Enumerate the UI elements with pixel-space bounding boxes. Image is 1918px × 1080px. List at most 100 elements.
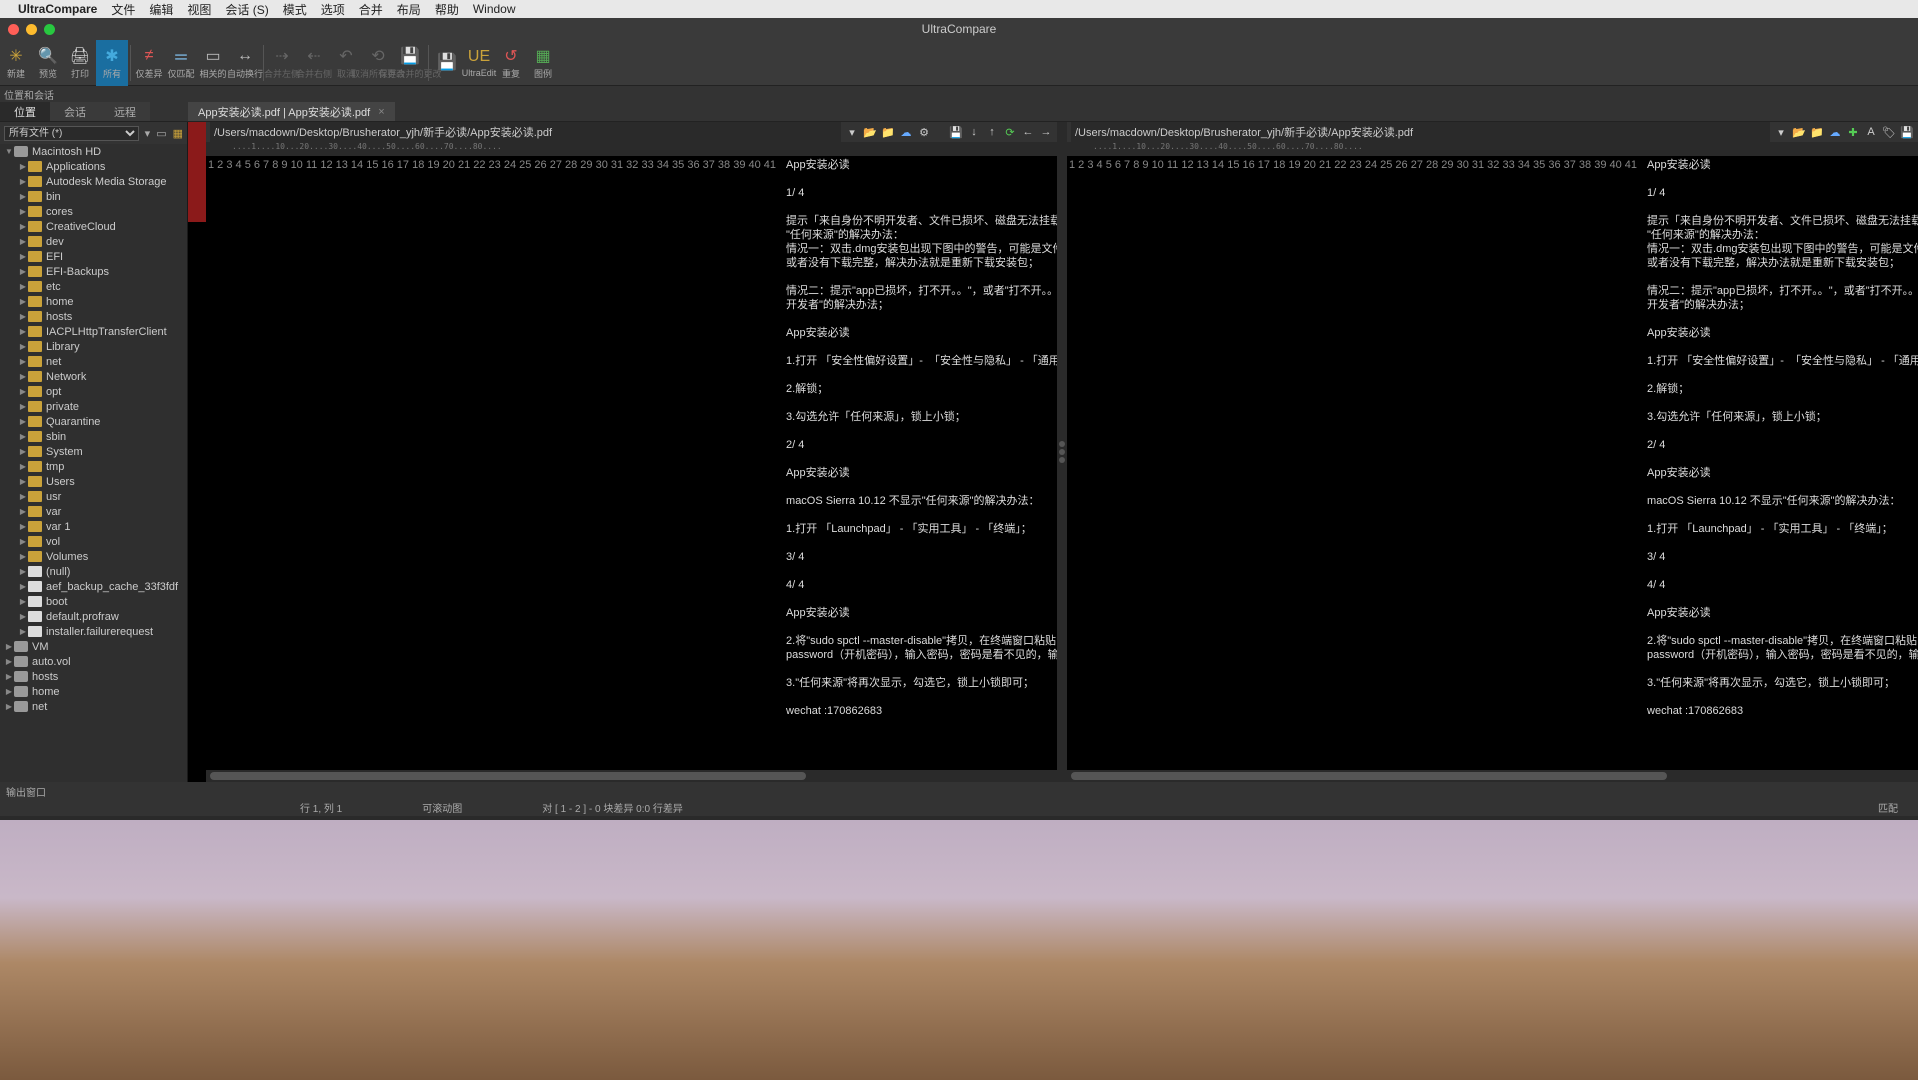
chevron-right-icon[interactable]: ▶: [18, 567, 28, 576]
tree-node[interactable]: ▶bin: [0, 189, 187, 204]
chevron-right-icon[interactable]: ▶: [18, 297, 28, 306]
chevron-right-icon[interactable]: ▶: [18, 462, 28, 471]
save-merge-button[interactable]: 💾保存合并的更改: [394, 40, 426, 86]
left-editor[interactable]: 1 2 3 4 5 6 7 8 9 10 11 12 13 14 15 16 1…: [206, 156, 1057, 770]
chevron-right-icon[interactable]: ▶: [18, 207, 28, 216]
tree-node[interactable]: ▶default.profraw: [0, 609, 187, 624]
chevron-right-icon[interactable]: ▶: [18, 177, 28, 186]
tree-node[interactable]: ▶private: [0, 399, 187, 414]
chevron-right-icon[interactable]: ▶: [18, 417, 28, 426]
a-icon[interactable]: A: [1864, 125, 1878, 139]
tree-node[interactable]: ▶EFI-Backups: [0, 264, 187, 279]
merge-right-button[interactable]: ⇠合并右侧: [298, 40, 330, 86]
chevron-right-icon[interactable]: ▶: [18, 237, 28, 246]
prev-icon[interactable]: ←: [1021, 125, 1035, 139]
left-hscroll[interactable]: [206, 770, 1057, 782]
legend-button[interactable]: ▦图例: [527, 40, 559, 86]
tree-node[interactable]: ▶CreativeCloud: [0, 219, 187, 234]
chevron-right-icon[interactable]: ▶: [4, 642, 14, 651]
tree-node[interactable]: ▼Macintosh HD: [0, 144, 187, 159]
zoom-window-button[interactable]: [44, 24, 55, 35]
chevron-right-icon[interactable]: ▶: [18, 507, 28, 516]
merge-left-button[interactable]: ⇢合并左侧: [266, 40, 298, 86]
minimize-window-button[interactable]: [26, 24, 37, 35]
close-tab-icon[interactable]: ×: [378, 106, 384, 118]
tree-node[interactable]: ▶net: [0, 699, 187, 714]
menu-window[interactable]: Window: [473, 2, 516, 16]
tree-node[interactable]: ▶cores: [0, 204, 187, 219]
tree-node[interactable]: ▶home: [0, 684, 187, 699]
chevron-right-icon[interactable]: ▶: [18, 492, 28, 501]
refresh-icon[interactable]: ⟳: [1003, 125, 1017, 139]
chevron-right-icon[interactable]: ▶: [18, 387, 28, 396]
diff-overview-gutter[interactable]: [188, 122, 206, 782]
tag-icon[interactable]: 🏷: [1882, 125, 1896, 139]
folder-tree[interactable]: ▼Macintosh HD▶Applications▶Autodesk Medi…: [0, 144, 187, 782]
tree-node[interactable]: ▶home: [0, 294, 187, 309]
left-code[interactable]: App安装必读 1/ 4 提示「来自身份不明开发者、文件已损坏、磁盘无法挂载」以…: [782, 156, 1057, 770]
menu-options[interactable]: 选项: [321, 1, 345, 18]
tree-node[interactable]: ▶Users: [0, 474, 187, 489]
chevron-right-icon[interactable]: ▶: [18, 312, 28, 321]
chevron-right-icon[interactable]: ▶: [18, 282, 28, 291]
menu-layout[interactable]: 布局: [397, 1, 421, 18]
cloud-icon[interactable]: ☁: [899, 125, 913, 139]
save-icon[interactable]: 💾: [949, 125, 963, 139]
ultraedit-button[interactable]: UEUltraEdit: [463, 40, 495, 86]
tree-node[interactable]: ▶aef_backup_cache_33f3fdf: [0, 579, 187, 594]
chevron-right-icon[interactable]: ▶: [18, 267, 28, 276]
tree-node[interactable]: ▶etc: [0, 279, 187, 294]
view-icon-2[interactable]: ▦: [173, 127, 183, 140]
chevron-right-icon[interactable]: ▶: [18, 477, 28, 486]
close-window-button[interactable]: [8, 24, 19, 35]
save-icon[interactable]: 💾: [1900, 125, 1914, 139]
open-folder-icon[interactable]: 📂: [863, 125, 877, 139]
wrap-button[interactable]: ↔自动换行: [229, 40, 261, 86]
tree-node[interactable]: ▶vol: [0, 534, 187, 549]
plus-icon[interactable]: ✚: [1846, 125, 1860, 139]
menu-merge[interactable]: 合并: [359, 1, 383, 18]
chevron-right-icon[interactable]: ▶: [4, 687, 14, 696]
tree-node[interactable]: ▶tmp: [0, 459, 187, 474]
tree-node[interactable]: ▶Quarantine: [0, 414, 187, 429]
cloud-icon[interactable]: ☁: [1828, 125, 1842, 139]
related-button[interactable]: ▭相关的: [197, 40, 229, 86]
tree-node[interactable]: ▶EFI: [0, 249, 187, 264]
menu-mode[interactable]: 模式: [283, 1, 307, 18]
chevron-right-icon[interactable]: ▶: [18, 597, 28, 606]
arrow-down-icon[interactable]: ↓: [967, 125, 981, 139]
print-button[interactable]: 🖨打印: [64, 40, 96, 86]
tree-node[interactable]: ▶Network: [0, 369, 187, 384]
arrow-up-icon[interactable]: ↑: [985, 125, 999, 139]
tree-node[interactable]: ▶Autodesk Media Storage: [0, 174, 187, 189]
chevron-right-icon[interactable]: ▶: [18, 357, 28, 366]
chevron-right-icon[interactable]: ▶: [18, 402, 28, 411]
tree-node[interactable]: ▶var 1: [0, 519, 187, 534]
chevron-down-icon[interactable]: ▼: [4, 147, 14, 156]
chevron-right-icon[interactable]: ▶: [4, 702, 14, 711]
all-button[interactable]: ✱所有: [96, 40, 128, 86]
folder-icon[interactable]: 📁: [881, 125, 895, 139]
settings-icon[interactable]: ⚙: [917, 125, 931, 139]
save-button[interactable]: 💾: [431, 40, 463, 86]
tree-node[interactable]: ▶dev: [0, 234, 187, 249]
tree-node[interactable]: ▶opt: [0, 384, 187, 399]
next-icon[interactable]: →: [1039, 125, 1053, 139]
tree-node[interactable]: ▶hosts: [0, 309, 187, 324]
tree-node[interactable]: ▶Applications: [0, 159, 187, 174]
tree-node[interactable]: ▶auto.vol: [0, 654, 187, 669]
chevron-right-icon[interactable]: ▶: [4, 657, 14, 666]
chevron-right-icon[interactable]: ▶: [18, 327, 28, 336]
menu-file[interactable]: 文件: [111, 1, 135, 18]
tree-node[interactable]: ▶Library: [0, 339, 187, 354]
dropdown-icon[interactable]: ▾: [845, 125, 859, 139]
tree-node[interactable]: ▶hosts: [0, 669, 187, 684]
right-editor[interactable]: 1 2 3 4 5 6 7 8 9 10 11 12 13 14 15 16 1…: [1067, 156, 1918, 770]
dropdown-icon[interactable]: ▾: [1774, 125, 1788, 139]
chevron-right-icon[interactable]: ▶: [18, 342, 28, 351]
menu-edit[interactable]: 编辑: [149, 1, 173, 18]
tree-node[interactable]: ▶VM: [0, 639, 187, 654]
left-path-field[interactable]: /Users/macdown/Desktop/Brusherator_yjh/新…: [210, 122, 841, 142]
menu-session[interactable]: 会话 (S): [225, 1, 268, 18]
menu-view[interactable]: 视图: [187, 1, 211, 18]
